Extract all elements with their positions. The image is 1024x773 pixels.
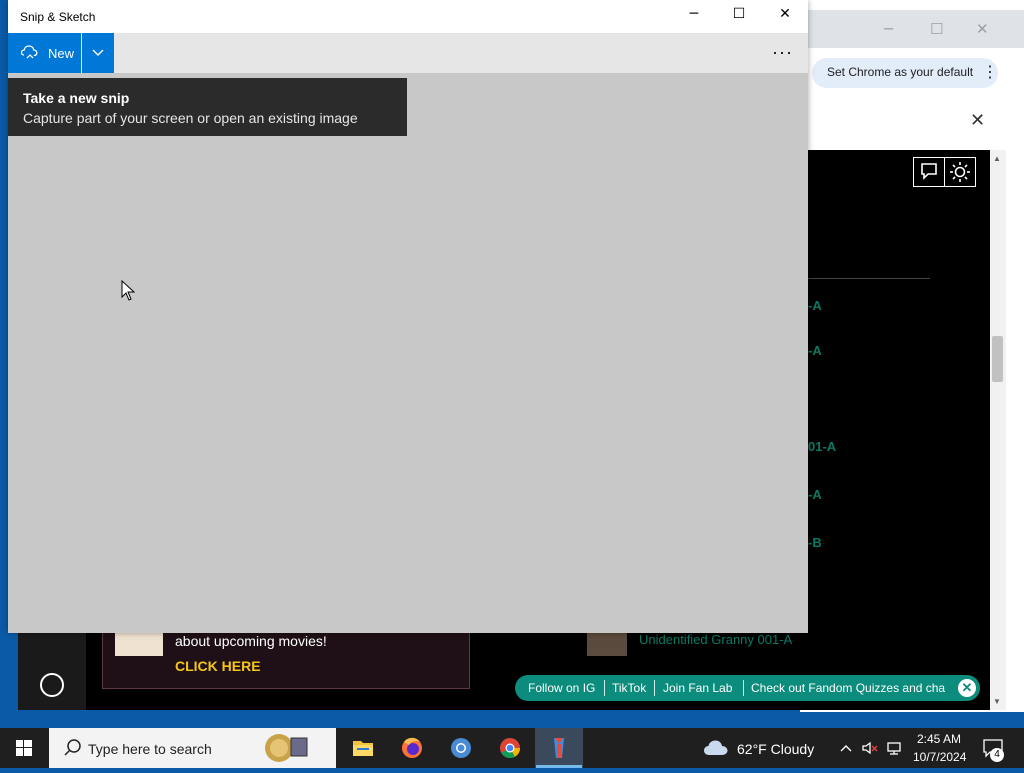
list-item-thumbnail[interactable] [587, 630, 627, 656]
clock-date[interactable]: 10/7/2024 [913, 750, 966, 764]
promo-cta-link[interactable]: CLICK HERE [175, 658, 261, 674]
list-item-link[interactable]: Unidentified Granny 001-A [639, 632, 792, 647]
kebab-menu-icon[interactable]: ⋮ [982, 62, 998, 82]
user-icon[interactable] [40, 673, 64, 697]
list-item-link[interactable]: -A [808, 298, 822, 313]
divider [604, 680, 605, 696]
infobar-close-button[interactable]: ✕ [970, 110, 985, 131]
comment-icon[interactable] [913, 157, 945, 187]
social-follow-bar: Follow on IG TikTok Join Fan Lab Check o… [515, 675, 980, 701]
snip-sketch-window: Snip & Sketch ─ ☐ ✕ New ··· Take a new s… [8, 0, 808, 633]
start-button[interactable] [0, 728, 48, 768]
window-title: Snip & Sketch [20, 10, 96, 24]
scroll-down-icon[interactable]: ▼ [993, 697, 1001, 706]
divider [654, 680, 655, 696]
scrollbar-thumb[interactable] [992, 336, 1003, 382]
file-explorer-icon[interactable] [339, 728, 387, 768]
snip-toolbar [8, 33, 808, 73]
close-button[interactable]: ✕ [775, 6, 795, 26]
weather-text[interactable]: 62°F Cloudy [737, 741, 814, 757]
divider [743, 680, 744, 696]
divider [808, 278, 930, 279]
tooltip-title: Take a new snip [23, 90, 130, 106]
firefox-icon[interactable] [388, 728, 436, 768]
windows-logo-icon [16, 740, 32, 756]
new-snip-dropdown-button[interactable] [82, 33, 114, 73]
chrome-icon[interactable] [486, 728, 534, 768]
chrome-close-button[interactable]: ✕ [976, 20, 989, 38]
list-item-link[interactable]: -B [808, 535, 822, 550]
page-content [800, 150, 990, 710]
quizzes-link[interactable]: Check out Fandom Quizzes and cha [751, 681, 945, 695]
search-icon [64, 739, 81, 756]
chrome-minimize-button[interactable]: ─ [884, 20, 893, 38]
chevron-down-icon [92, 49, 104, 56]
tiktok-link[interactable]: TikTok [612, 681, 646, 695]
promo-thumbnail [115, 632, 163, 656]
chrome-maximize-button[interactable]: ☐ [930, 20, 943, 38]
tooltip-body: Capture part of your screen or open an e… [23, 110, 358, 126]
set-default-chip[interactable]: Set Chrome as your default ⋮ [812, 58, 998, 88]
mouse-cursor-icon [121, 280, 135, 301]
new-button-label: New [48, 46, 75, 61]
new-snip-icon [21, 45, 38, 59]
page-sidebar [18, 632, 86, 710]
chevron-up-icon[interactable] [838, 740, 854, 756]
clock-time[interactable]: 2:45 AM [917, 732, 961, 746]
notification-count-badge: 4 [990, 748, 1004, 762]
fan-lab-link[interactable]: Join Fan Lab [663, 681, 732, 695]
snip-sketch-taskbar-icon[interactable] [535, 728, 583, 768]
scrollbar[interactable] [990, 150, 1006, 710]
list-item-link[interactable]: 01-A [808, 439, 836, 454]
chrome-titlebar [800, 10, 1024, 48]
more-options-button[interactable]: ··· [772, 42, 793, 63]
list-item-link[interactable]: -A [808, 343, 822, 358]
list-item-link[interactable]: -A [808, 487, 822, 502]
search-placeholder: Type here to search [88, 741, 212, 757]
network-icon[interactable] [885, 740, 903, 756]
search-highlight-icon [265, 734, 308, 762]
minimize-button[interactable]: ─ [684, 6, 704, 26]
theme-toggle-icon[interactable] [944, 157, 976, 187]
promo-text: about upcoming movies! [175, 633, 327, 649]
new-snip-button[interactable]: New [8, 33, 81, 73]
cloudy-weather-icon [704, 740, 728, 755]
tooltip: Take a new snip Capture part of your scr… [8, 78, 407, 136]
close-icon[interactable]: ✕ [958, 679, 976, 697]
maximize-button[interactable]: ☐ [729, 6, 749, 26]
volume-muted-icon[interactable] [861, 740, 879, 756]
set-default-label: Set Chrome as your default [827, 65, 974, 79]
chromium-icon[interactable] [437, 728, 485, 768]
scroll-up-icon[interactable]: ▲ [993, 154, 1001, 163]
follow-ig-link[interactable]: Follow on IG [528, 681, 595, 695]
